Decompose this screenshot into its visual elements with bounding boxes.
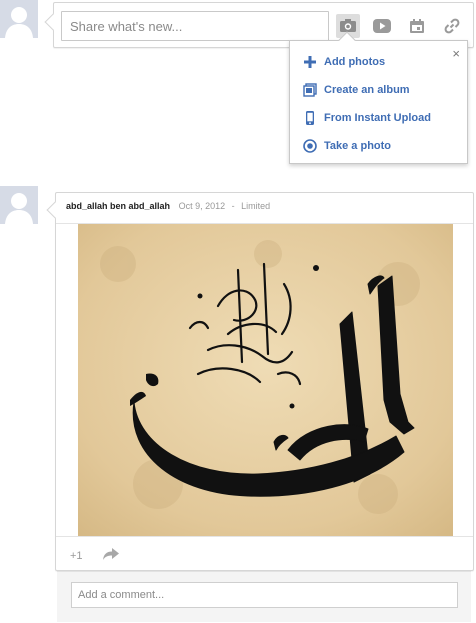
- menu-item-label: From Instant Upload: [324, 112, 431, 124]
- menu-item-label: Create an album: [324, 84, 410, 96]
- webcam-icon: [303, 139, 317, 153]
- share-box-pointer: [44, 13, 62, 31]
- post-card: abd_allah ben abd_allah Oct 9, 2012 - Li…: [46, 192, 474, 571]
- post-image-frame: [56, 223, 473, 537]
- composer-avatar: [0, 0, 38, 38]
- album-icon: [303, 83, 317, 97]
- post-author-avatar[interactable]: [0, 186, 38, 224]
- share-input[interactable]: [61, 11, 329, 41]
- plus-icon: [304, 56, 316, 68]
- post-date[interactable]: Oct 9, 2012: [179, 201, 226, 211]
- plus-one-button[interactable]: +1: [70, 550, 83, 562]
- share-arrow-icon[interactable]: [102, 548, 119, 563]
- menu-item-label: Take a photo: [324, 140, 392, 152]
- video-icon[interactable]: [370, 14, 394, 38]
- post-actions: +1: [70, 548, 119, 563]
- event-icon[interactable]: [405, 14, 429, 38]
- menu-item-take-photo[interactable]: Take a photo: [290, 133, 467, 159]
- photo-menu: × Add photos Create an album From Instan…: [289, 40, 468, 164]
- comment-input[interactable]: [71, 582, 458, 608]
- post-separator: -: [231, 201, 235, 211]
- phone-icon: [306, 111, 314, 125]
- menu-item-label: Add photos: [324, 56, 386, 68]
- menu-item-instant-upload[interactable]: From Instant Upload: [290, 105, 467, 131]
- menu-item-create-album[interactable]: Create an album: [290, 77, 467, 103]
- link-icon[interactable]: [440, 14, 464, 38]
- post-header: abd_allah ben abd_allah Oct 9, 2012 - Li…: [66, 201, 270, 211]
- post-card-pointer: [46, 201, 64, 219]
- menu-item-add-photos[interactable]: Add photos: [290, 49, 467, 75]
- post-visibility[interactable]: Limited: [241, 201, 270, 211]
- arabic-calligraphy-image[interactable]: [78, 224, 453, 536]
- comment-section: [57, 571, 471, 622]
- post-author[interactable]: abd_allah ben abd_allah: [66, 201, 170, 211]
